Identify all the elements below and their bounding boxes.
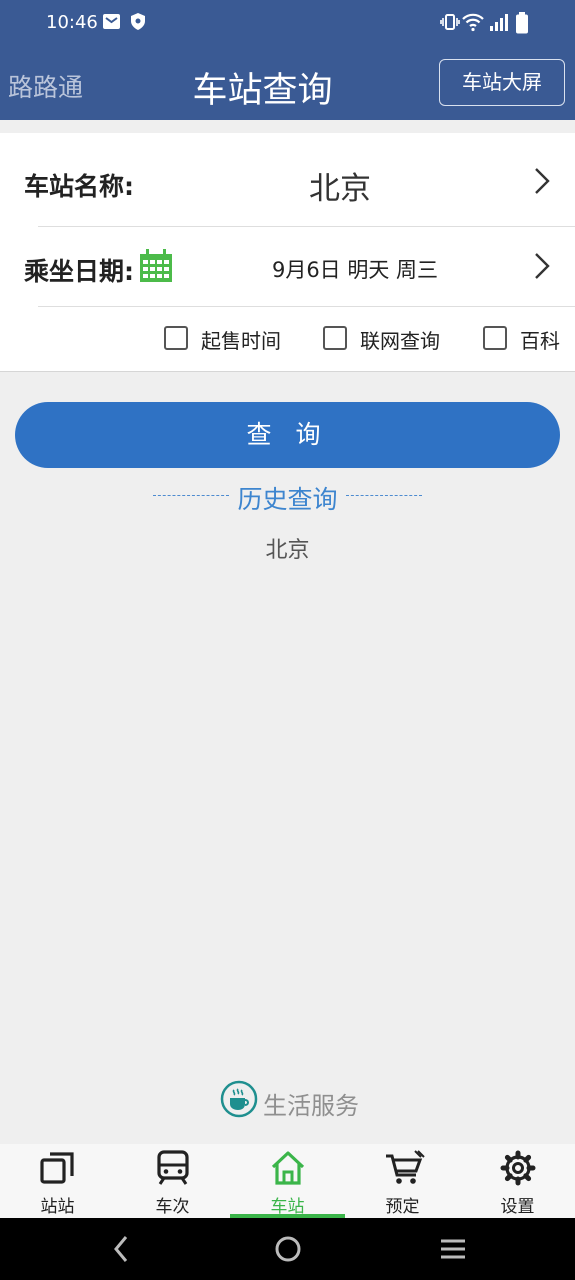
tab-zhanzhan[interactable]: 站站: [0, 1144, 115, 1218]
signal-icon: [489, 12, 509, 36]
shield-notification-icon: [130, 12, 146, 35]
history-item[interactable]: 北京: [0, 532, 575, 564]
query-form: 车站名称: 北京 乘坐日期: 9月6日 明天 周三 起售时间 联网查询 百科: [0, 133, 575, 372]
tab-label: 预定: [385, 1197, 420, 1217]
history-header: 历史查询: [0, 480, 575, 516]
checkbox[interactable]: [164, 326, 188, 350]
battery-icon: [515, 12, 529, 38]
history-title: 历史查询: [237, 485, 338, 514]
history-divider-right: [346, 495, 422, 496]
station-label: 车站名称:: [24, 172, 134, 201]
windows-icon: [40, 1150, 76, 1186]
tab-train[interactable]: 车次: [115, 1144, 230, 1218]
divider: [38, 306, 575, 307]
life-service-label: 生活服务: [263, 1092, 359, 1120]
bottom-tab-bar: 站站 车次 车站 预定 设置: [0, 1144, 575, 1218]
option-label: 联网查询: [360, 329, 440, 353]
date-chevron-icon[interactable]: [532, 251, 554, 285]
home-icon: [270, 1150, 306, 1186]
tab-station[interactable]: 车站: [230, 1144, 345, 1218]
tab-label: 设置: [500, 1197, 535, 1217]
tab-booking[interactable]: 预定: [345, 1144, 460, 1218]
train-icon: [155, 1150, 191, 1186]
date-label: 乘坐日期:: [24, 257, 134, 286]
divider: [38, 226, 575, 227]
vibrate-icon: [440, 12, 460, 36]
option-label: 起售时间: [201, 329, 281, 353]
tab-label: 站站: [40, 1197, 75, 1217]
wifi-icon: [462, 12, 484, 36]
system-nav-bar: [0, 1218, 575, 1280]
home-nav-icon[interactable]: [272, 1233, 304, 1269]
gear-icon: [500, 1150, 536, 1186]
option-label: 百科: [520, 329, 560, 353]
back-icon[interactable]: [110, 1233, 134, 1269]
app-header: 路路通 车站查询 车站大屏: [0, 48, 575, 120]
cart-icon: [385, 1150, 425, 1186]
recent-apps-icon[interactable]: [438, 1233, 468, 1269]
coffee-cup-icon: [220, 1080, 258, 1122]
date-value[interactable]: 9月6日 明天 周三: [210, 254, 500, 284]
tab-label: 车次: [155, 1197, 190, 1217]
station-value[interactable]: 北京: [240, 163, 440, 208]
gmail-notification-icon: [102, 12, 121, 35]
calendar-icon[interactable]: [138, 248, 174, 288]
status-bar: 10:46: [0, 0, 575, 48]
tab-settings[interactable]: 设置: [460, 1144, 575, 1218]
station-screen-button[interactable]: 车站大屏: [439, 59, 565, 106]
checkbox[interactable]: [483, 326, 507, 350]
query-button[interactable]: 查 询: [15, 402, 560, 468]
checkbox[interactable]: [323, 326, 347, 350]
status-time: 10:46: [46, 12, 98, 33]
station-chevron-icon[interactable]: [532, 166, 554, 200]
